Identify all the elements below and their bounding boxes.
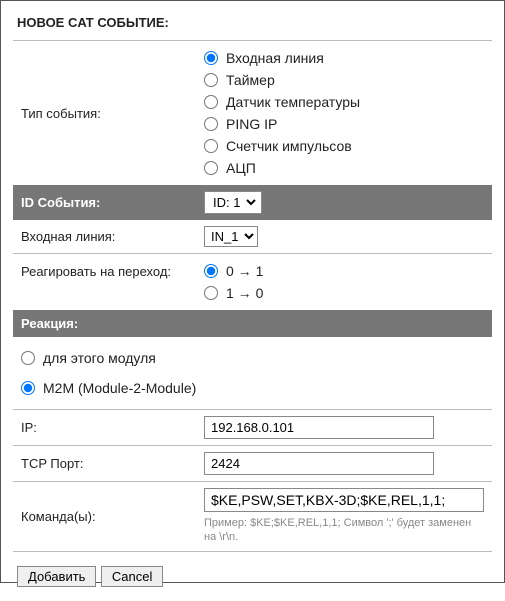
event-type-option-text: PING IP xyxy=(226,116,277,132)
commands-label: Команда(ы): xyxy=(13,482,196,552)
commands-hint: Пример: $KE;$KE,REL,1,1; Символ ';' буде… xyxy=(204,516,484,545)
event-id-select[interactable]: ID: 1 xyxy=(207,193,259,212)
ip-input[interactable] xyxy=(204,416,434,439)
transition-option-text: 0 → 1 xyxy=(226,263,263,279)
ip-label: IP: xyxy=(13,410,196,446)
event-type-options: Входная линия Таймер Датчик температуры … xyxy=(196,41,492,186)
event-type-radio-counter[interactable] xyxy=(204,139,218,153)
form-table: Тип события: Входная линия Таймер Датчик… xyxy=(13,40,492,552)
transition-radio-1-0[interactable] xyxy=(204,286,218,300)
event-type-radio-temperature[interactable] xyxy=(204,95,218,109)
event-type-option-text: АЦП xyxy=(226,160,256,176)
reaction-option-text: для этого модуля xyxy=(43,350,156,366)
event-type-option-text: Счетчик импульсов xyxy=(226,138,352,154)
reaction-radio-this-module[interactable] xyxy=(21,351,35,365)
tcp-port-label: TCP Порт: xyxy=(13,446,196,482)
tcp-port-input[interactable] xyxy=(204,452,434,475)
cancel-button[interactable]: Cancel xyxy=(101,566,163,587)
reaction-header: Реакция: xyxy=(13,310,492,337)
reaction-option-text: M2M (Module-2-Module) xyxy=(43,380,196,396)
button-row: Добавить Cancel xyxy=(13,552,492,601)
transition-radio-0-1[interactable] xyxy=(204,264,218,278)
input-line-label: Входная линия: xyxy=(13,220,196,254)
reaction-radio-m2m[interactable] xyxy=(21,381,35,395)
event-type-radio-timer[interactable] xyxy=(204,73,218,87)
event-type-radio-input-line[interactable] xyxy=(204,51,218,65)
event-type-option-text: Входная линия xyxy=(226,50,324,66)
input-line-select[interactable]: IN_1 xyxy=(204,226,258,247)
event-type-radio-ping[interactable] xyxy=(204,117,218,131)
transition-option-text: 1 → 0 xyxy=(226,285,263,301)
event-type-option-text: Датчик температуры xyxy=(226,94,360,110)
event-type-radio-adc[interactable] xyxy=(204,161,218,175)
form-title: НОВОЕ CAT СОБЫТИЕ: xyxy=(13,9,492,40)
commands-input[interactable] xyxy=(204,488,484,512)
event-type-label: Тип события: xyxy=(13,41,196,186)
event-id-label: ID События: xyxy=(13,185,196,220)
event-type-option-text: Таймер xyxy=(226,72,275,88)
transition-label: Реагировать на переход: xyxy=(13,254,196,311)
cat-event-form: НОВОЕ CAT СОБЫТИЕ: Тип события: Входная … xyxy=(0,0,505,583)
add-button[interactable]: Добавить xyxy=(17,566,96,587)
